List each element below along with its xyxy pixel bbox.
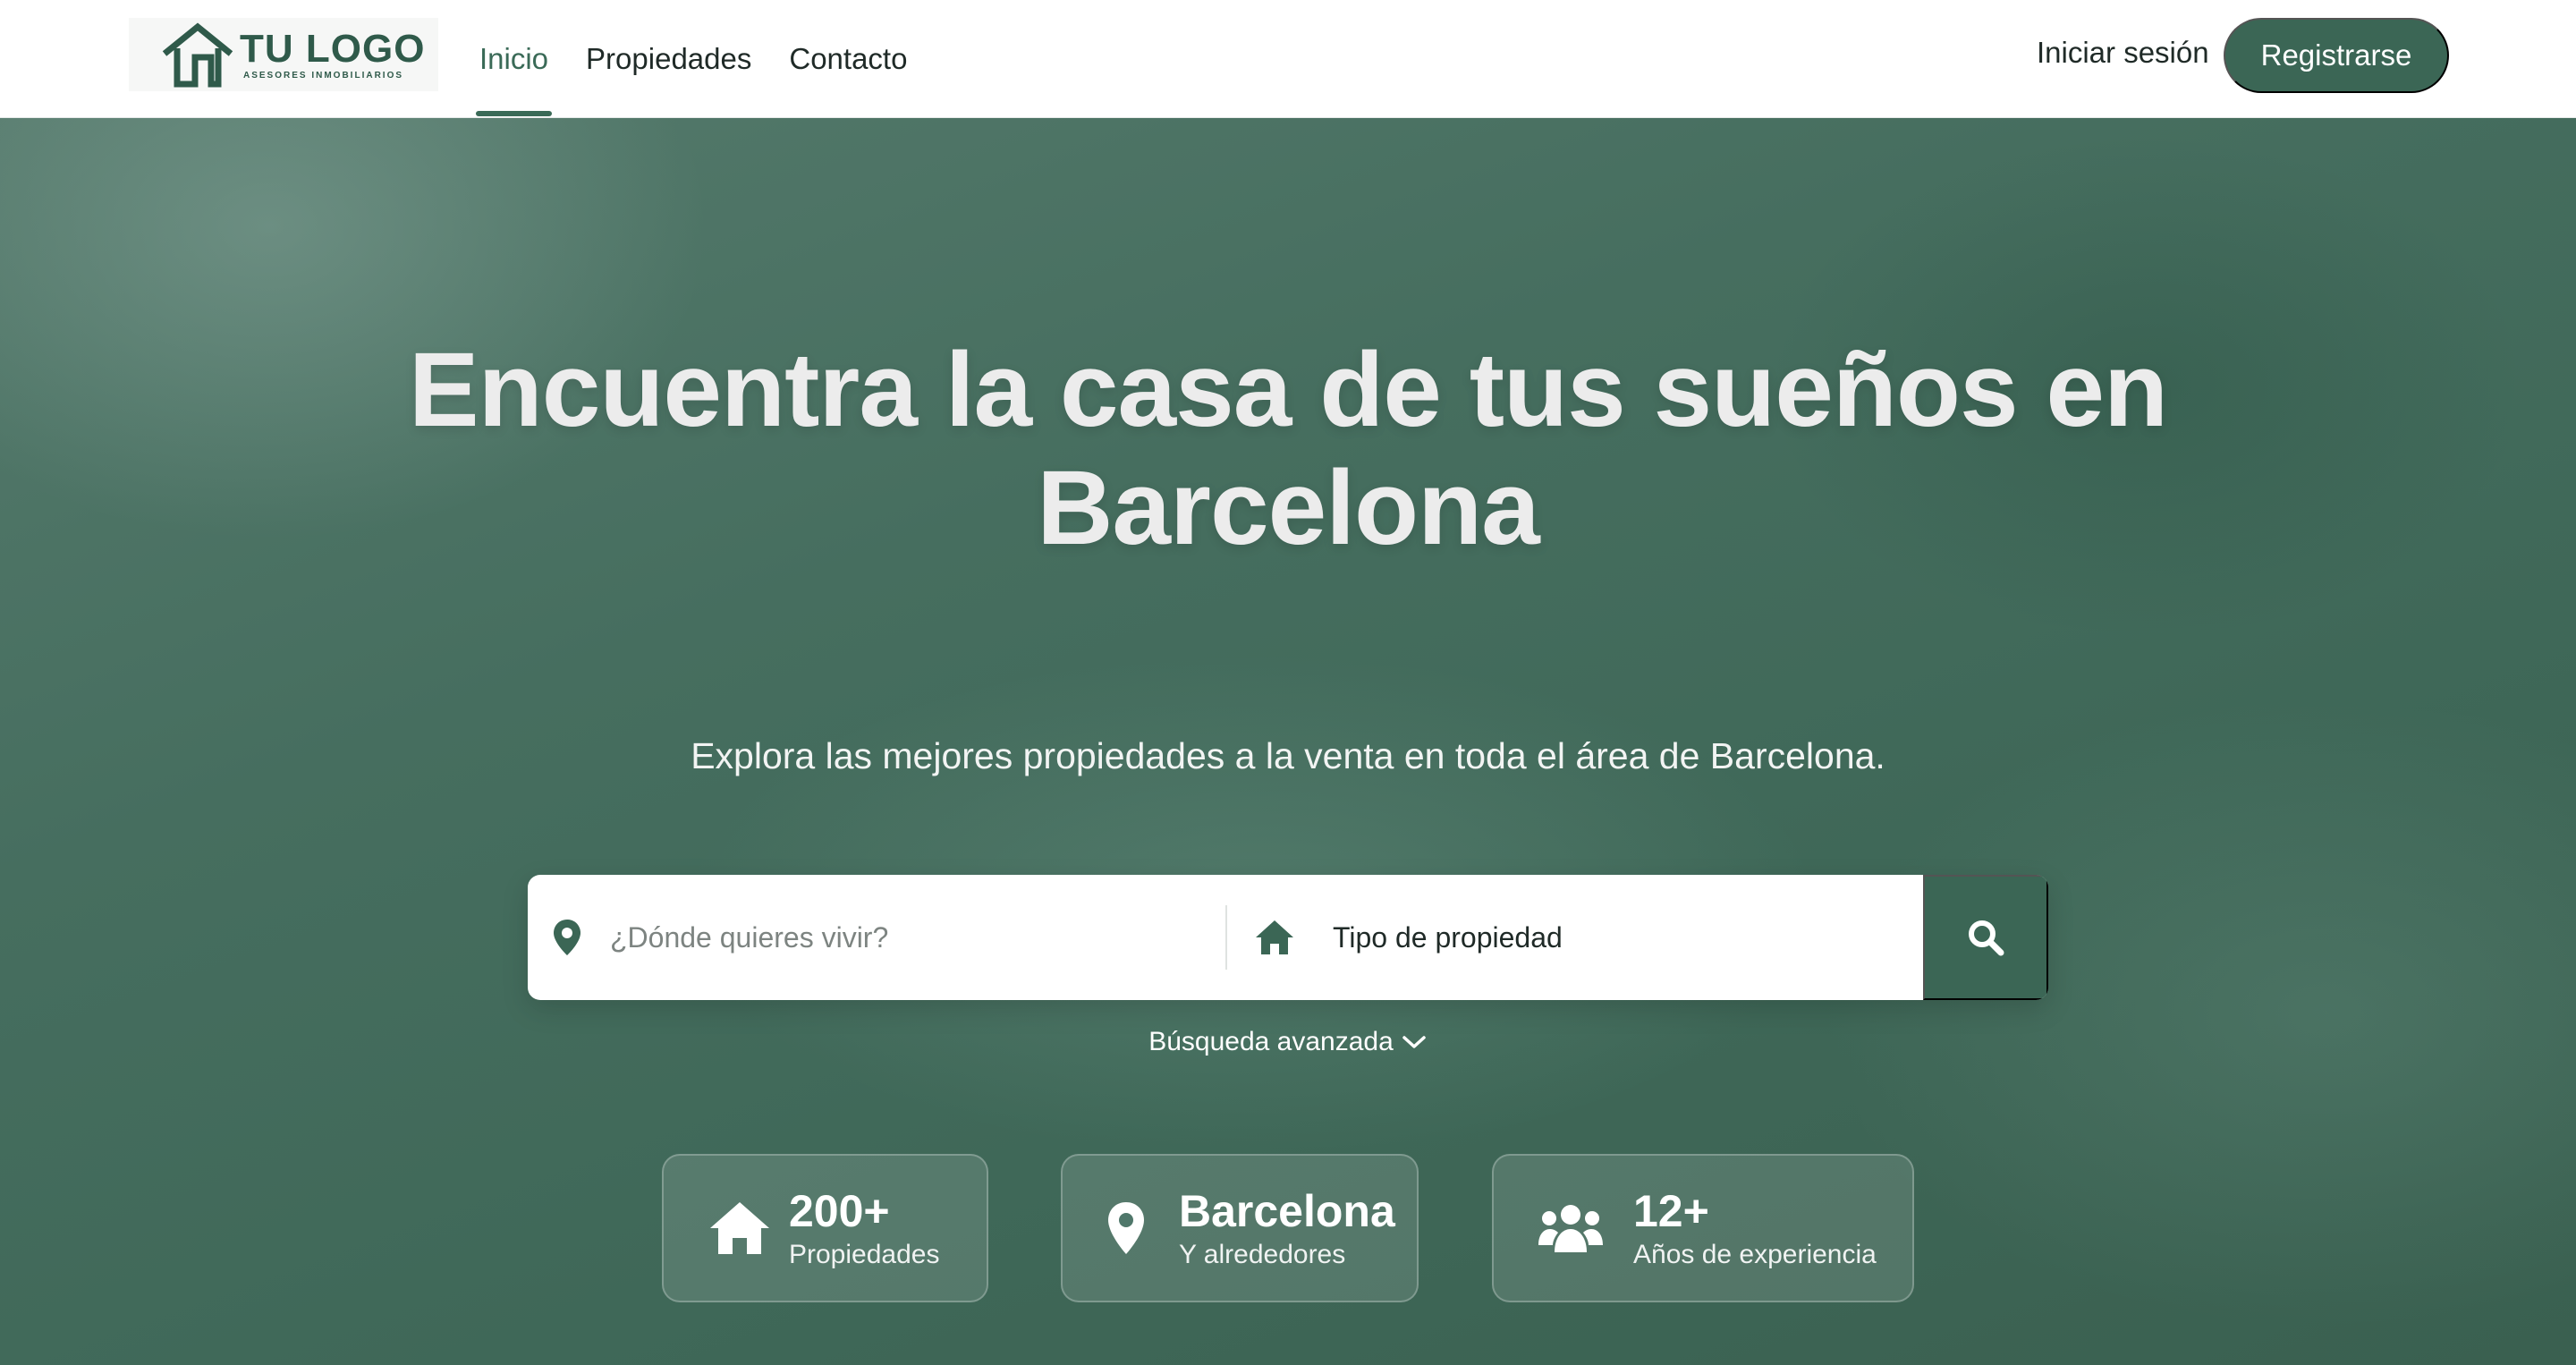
location-input[interactable]	[610, 920, 1200, 954]
stat-label: Y alrededores	[1179, 1240, 1346, 1269]
stat-label: Años de experiencia	[1633, 1240, 1877, 1269]
stat-label: Propiedades	[789, 1240, 940, 1269]
stat-card-experience: 12+ Años de experiencia	[1492, 1154, 1914, 1302]
hero-subtitle: Explora las mejores propiedades a la ven…	[691, 735, 1885, 776]
stat-value: 12+	[1633, 1186, 1709, 1236]
search-bar: Tipo de propiedad	[528, 875, 2048, 1000]
hero-section: Encuentra la casa de tus sueños en Barce…	[0, 118, 2576, 1365]
map-pin-icon	[554, 920, 580, 955]
advanced-search-label: Búsqueda avanzada	[1148, 1027, 1394, 1056]
property-type-label: Tipo de propiedad	[1333, 920, 1563, 954]
search-button[interactable]	[1923, 875, 2048, 1000]
location-field[interactable]	[528, 875, 1225, 1000]
advanced-search-toggle[interactable]: Búsqueda avanzada	[0, 1027, 2576, 1057]
logo-house-icon	[162, 22, 233, 88]
navbar: TU LOGO ASESORES INMOBILIARIOS Inicio Pr…	[0, 0, 2576, 118]
stat-card-properties: 200+ Propiedades	[662, 1154, 988, 1302]
property-type-select[interactable]: Tipo de propiedad	[1227, 875, 1925, 1000]
stat-card-location: Barcelona Y alrededores	[1061, 1154, 1419, 1302]
main-nav: Inicio Propiedades Contacto	[476, 0, 941, 118]
logo[interactable]: TU LOGO ASESORES INMOBILIARIOS	[129, 18, 438, 91]
map-pin-icon	[1108, 1202, 1144, 1254]
logo-subtext: ASESORES INMOBILIARIOS	[243, 70, 404, 81]
nav-item-contacto[interactable]: Contacto	[785, 0, 911, 118]
users-icon	[1538, 1205, 1603, 1252]
hero-title: Encuentra la casa de tus sueños en Barce…	[0, 331, 2576, 567]
hero-title-line1: Encuentra la casa de tus sueños en	[408, 331, 2168, 449]
stat-value: 200+	[789, 1186, 890, 1236]
house-icon	[710, 1202, 769, 1254]
hero-title-line2: Barcelona	[1037, 449, 1540, 567]
nav-item-propiedades[interactable]: Propiedades	[582, 0, 755, 118]
logo-text: TU LOGO	[240, 26, 426, 71]
login-link[interactable]: Iniciar sesión	[2037, 36, 2209, 70]
stat-value: Barcelona	[1179, 1186, 1395, 1236]
nav-item-inicio[interactable]: Inicio	[476, 0, 553, 118]
house-icon	[1256, 920, 1293, 954]
register-button[interactable]: Registrarse	[2224, 18, 2449, 93]
search-icon	[1969, 920, 2004, 956]
chevron-down-icon	[1402, 1036, 1426, 1048]
